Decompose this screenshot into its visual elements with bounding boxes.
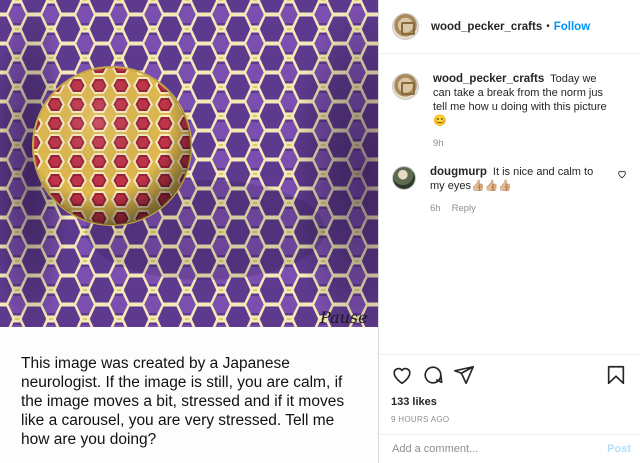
comment-time[interactable]: 6h xyxy=(430,203,441,214)
commenter-avatar[interactable] xyxy=(392,166,416,190)
heart-icon[interactable] xyxy=(391,364,413,386)
comment-like-heart-icon[interactable] xyxy=(617,169,627,179)
comment-meta: 6h Reply xyxy=(430,203,610,214)
post-sidebar: wood_pecker_crafts • Follow wood_pecker_… xyxy=(379,0,640,463)
author-username[interactable]: wood_pecker_crafts xyxy=(431,21,542,33)
likes-count[interactable]: 133 likes xyxy=(391,396,627,408)
commenter-username[interactable]: wood_pecker_crafts xyxy=(433,73,544,85)
comment-text-block: dougmurp It is nice and calm to my eyes👍… xyxy=(430,165,610,193)
post-comment-button[interactable]: Post xyxy=(607,443,631,455)
comments-list: wood_pecker_crafts Today we can take a b… xyxy=(379,54,640,354)
watermark-text: Pause xyxy=(319,308,368,327)
follow-button[interactable]: Follow xyxy=(554,21,590,33)
caption-panel: This image was created by a Japanese neu… xyxy=(0,327,378,463)
post-media: Pause This image was created by a Japane… xyxy=(0,0,378,463)
post-header: wood_pecker_crafts • Follow xyxy=(379,0,640,54)
add-comment-input[interactable] xyxy=(392,443,608,455)
author-avatar[interactable] xyxy=(392,13,419,40)
comment-icon[interactable] xyxy=(422,364,444,386)
post-actions: 133 likes 9 HOURS AGO xyxy=(379,354,640,434)
reply-button[interactable]: Reply xyxy=(452,203,476,214)
commenter-username[interactable]: dougmurp xyxy=(430,166,487,178)
comment-time[interactable]: 9h xyxy=(433,138,444,149)
share-icon[interactable] xyxy=(453,364,475,386)
comment-text-block: wood_pecker_crafts Today we can take a b… xyxy=(433,72,613,128)
comment-meta: 9h xyxy=(433,138,613,149)
action-icon-row xyxy=(391,363,627,387)
comment-item: dougmurp It is nice and calm to my eyes👍… xyxy=(392,165,627,214)
caption-overlay-text: This image was created by a Japanese neu… xyxy=(21,355,345,448)
add-comment-bar: Post xyxy=(379,434,640,463)
post-time-ago: 9 HOURS AGO xyxy=(391,415,450,424)
comment-item: wood_pecker_crafts Today we can take a b… xyxy=(392,72,627,149)
optical-illusion-image: Pause xyxy=(0,0,378,327)
commenter-avatar[interactable] xyxy=(392,73,419,100)
separator-dot: • xyxy=(546,21,550,32)
bookmark-icon[interactable] xyxy=(605,364,627,386)
